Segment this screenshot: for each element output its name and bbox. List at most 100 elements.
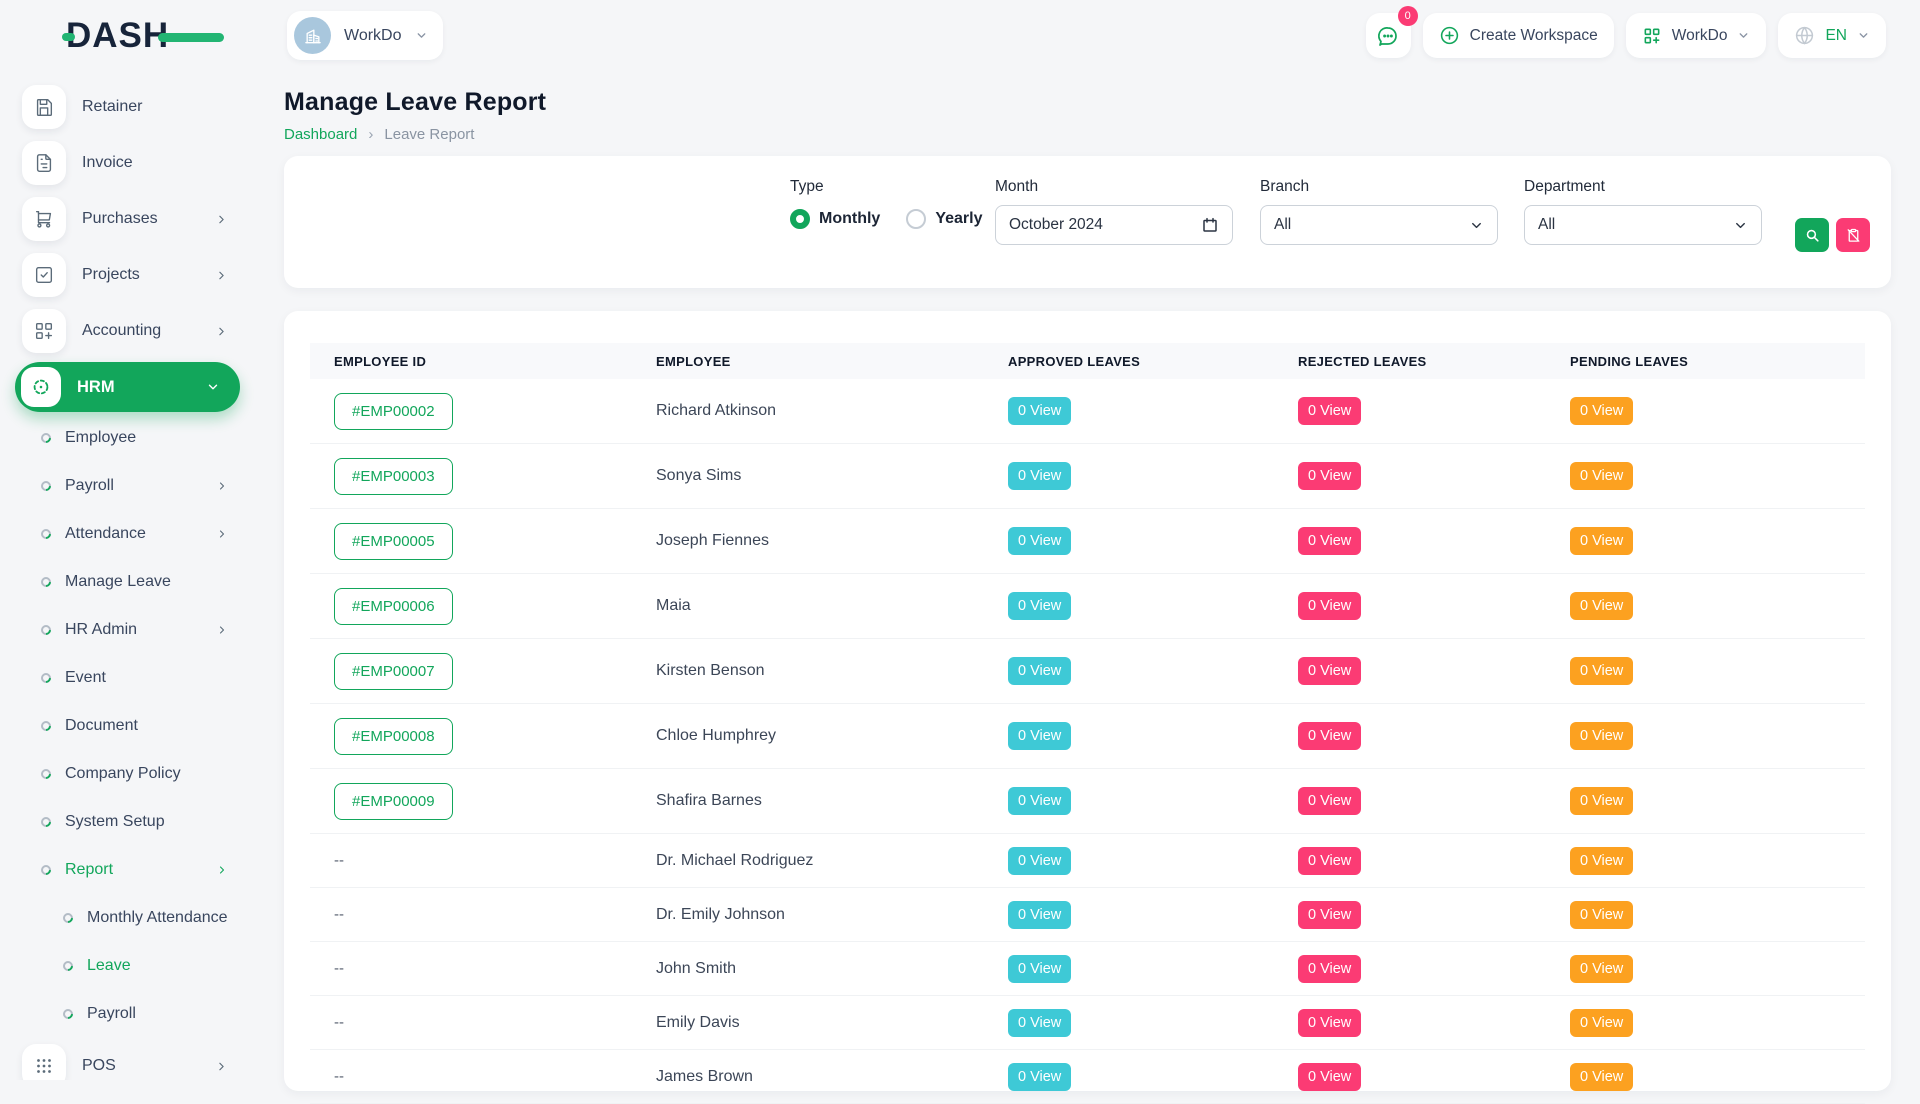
approved-views-badge[interactable]: 0 View — [1008, 722, 1071, 750]
approved-views-badge[interactable]: 0 View — [1008, 955, 1071, 983]
sidebar-item-event[interactable]: Event — [0, 654, 257, 702]
sidebar-item-leave[interactable]: Leave — [0, 942, 257, 990]
messages-button[interactable]: 0 — [1366, 13, 1411, 58]
rejected-views-badge[interactable]: 0 View — [1298, 787, 1361, 815]
sidebar-item-purchases[interactable]: Purchases — [0, 191, 257, 247]
employee-id-button[interactable]: #EMP00005 — [334, 523, 453, 560]
sidebar-item-pos[interactable]: POS — [0, 1038, 257, 1080]
search-button[interactable] — [1795, 218, 1829, 252]
pending-views-badge[interactable]: 0 View — [1570, 397, 1633, 425]
month-input[interactable]: October 2024 — [995, 205, 1233, 245]
pending-views-badge[interactable]: 0 View — [1570, 847, 1633, 875]
sidebar-item-attendance[interactable]: Attendance — [0, 510, 257, 558]
sidebar-item-employee[interactable]: Employee — [0, 414, 257, 462]
approved-views-badge[interactable]: 0 View — [1008, 1009, 1071, 1037]
rejected-views-badge[interactable]: 0 View — [1298, 657, 1361, 685]
sidebar-item-label: HR Admin — [65, 621, 137, 639]
sidebar-item-monthly-attendance[interactable]: Monthly Attendance — [0, 894, 257, 942]
sidebar-item-manage-leave[interactable]: Manage Leave — [0, 558, 257, 606]
rejected-views-badge[interactable]: 0 View — [1298, 397, 1361, 425]
pending-views-badge[interactable]: 0 View — [1570, 657, 1633, 685]
column-header-employee: EMPLOYEE — [632, 354, 984, 369]
rejected-views-badge[interactable]: 0 View — [1298, 527, 1361, 555]
sidebar-item-label: Payroll — [87, 1005, 136, 1023]
app-menu-dropdown[interactable]: WorkDo — [1626, 13, 1767, 58]
employee-id-button[interactable]: #EMP00006 — [334, 588, 453, 625]
language-dropdown[interactable]: EN — [1778, 13, 1886, 58]
workspace-selector[interactable]: WorkDo — [287, 11, 443, 60]
pending-views-badge[interactable]: 0 View — [1570, 787, 1633, 815]
sidebar-item-retainer[interactable]: Retainer — [0, 79, 257, 135]
chat-icon — [1376, 24, 1400, 48]
sidebar-item-hrm[interactable]: HRM — [15, 362, 240, 412]
sidebar-item-label: Leave — [87, 957, 131, 975]
chevron-down-icon — [1733, 218, 1748, 233]
pending-views-badge[interactable]: 0 View — [1570, 462, 1633, 490]
sidebar-item-projects[interactable]: Projects — [0, 247, 257, 303]
chevron-right-icon — [216, 480, 228, 492]
employee-id-button[interactable]: #EMP00009 — [334, 783, 453, 820]
branch-select[interactable]: All — [1260, 205, 1498, 245]
sidebar-item-label: Event — [65, 669, 106, 687]
sidebar-item-report-payroll[interactable]: Payroll — [0, 990, 257, 1038]
pending-views-badge[interactable]: 0 View — [1570, 592, 1633, 620]
main-content: Manage Leave Report Dashboard › Leave Re… — [257, 71, 1920, 1080]
chevron-right-icon — [215, 1060, 228, 1073]
employee-id-button[interactable]: #EMP00003 — [334, 458, 453, 495]
approved-views-badge[interactable]: 0 View — [1008, 462, 1071, 490]
sidebar-item-label: HRM — [77, 378, 115, 397]
breadcrumb-dashboard-link[interactable]: Dashboard — [284, 126, 357, 143]
approved-views-badge[interactable]: 0 View — [1008, 901, 1071, 929]
employee-id-button[interactable]: #EMP00002 — [334, 393, 453, 430]
approved-views-badge[interactable]: 0 View — [1008, 657, 1071, 685]
breadcrumb: Dashboard › Leave Report — [284, 126, 1891, 143]
rejected-views-badge[interactable]: 0 View — [1298, 462, 1361, 490]
chevron-down-icon — [1857, 29, 1870, 42]
cart-icon — [22, 197, 66, 241]
topbar-actions: 0 Create Workspace WorkDo EN — [1366, 13, 1886, 58]
sidebar-item-accounting[interactable]: Accounting — [0, 303, 257, 359]
workspace-name: WorkDo — [344, 27, 402, 45]
rejected-views-badge[interactable]: 0 View — [1298, 592, 1361, 620]
chevron-right-icon — [216, 528, 228, 540]
sidebar-item-payroll[interactable]: Payroll — [0, 462, 257, 510]
type-yearly-radio[interactable]: Yearly — [906, 209, 982, 229]
sidebar-item-label: Projects — [82, 266, 140, 284]
rejected-views-badge[interactable]: 0 View — [1298, 901, 1361, 929]
pending-views-badge[interactable]: 0 View — [1570, 1009, 1633, 1037]
sidebar-item-company-policy[interactable]: Company Policy — [0, 750, 257, 798]
employee-id-button[interactable]: #EMP00008 — [334, 718, 453, 755]
rejected-views-badge[interactable]: 0 View — [1298, 1063, 1361, 1091]
bullet-icon — [61, 1007, 75, 1021]
sidebar-item-report[interactable]: Report — [0, 846, 257, 894]
column-header-employee-id: EMPLOYEE ID — [310, 354, 632, 369]
create-workspace-button[interactable]: Create Workspace — [1423, 13, 1614, 58]
sidebar-item-invoice[interactable]: Invoice — [0, 135, 257, 191]
approved-views-badge[interactable]: 0 View — [1008, 592, 1071, 620]
approved-views-badge[interactable]: 0 View — [1008, 847, 1071, 875]
approved-views-badge[interactable]: 0 View — [1008, 397, 1071, 425]
pending-views-badge[interactable]: 0 View — [1570, 901, 1633, 929]
sidebar-item-label: Attendance — [65, 525, 146, 543]
rejected-views-badge[interactable]: 0 View — [1298, 847, 1361, 875]
sidebar-item-system-setup[interactable]: System Setup — [0, 798, 257, 846]
approved-views-badge[interactable]: 0 View — [1008, 1063, 1071, 1091]
type-monthly-radio[interactable]: Monthly — [790, 209, 880, 229]
sidebar-item-hr-admin[interactable]: HR Admin — [0, 606, 257, 654]
employee-id-button[interactable]: #EMP00007 — [334, 653, 453, 690]
pending-views-badge[interactable]: 0 View — [1570, 722, 1633, 750]
rejected-views-badge[interactable]: 0 View — [1298, 722, 1361, 750]
pending-views-badge[interactable]: 0 View — [1570, 527, 1633, 555]
department-select[interactable]: All — [1524, 205, 1762, 245]
sidebar-item-label: Report — [65, 861, 113, 879]
rejected-views-badge[interactable]: 0 View — [1298, 955, 1361, 983]
approved-views-badge[interactable]: 0 View — [1008, 527, 1071, 555]
reset-filter-button[interactable] — [1836, 218, 1870, 252]
pending-views-badge[interactable]: 0 View — [1570, 955, 1633, 983]
pending-views-badge[interactable]: 0 View — [1570, 1063, 1633, 1091]
sidebar-item-label: Payroll — [65, 477, 114, 495]
approved-views-badge[interactable]: 0 View — [1008, 787, 1071, 815]
sidebar-item-document[interactable]: Document — [0, 702, 257, 750]
table-row: #EMP00008 Chloe Humphrey 0 View 0 View 0… — [310, 704, 1865, 769]
rejected-views-badge[interactable]: 0 View — [1298, 1009, 1361, 1037]
